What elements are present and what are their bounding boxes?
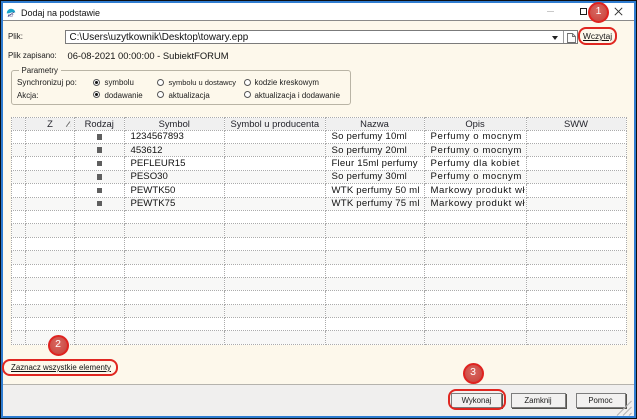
svg-text:GT: GT: [8, 13, 14, 18]
